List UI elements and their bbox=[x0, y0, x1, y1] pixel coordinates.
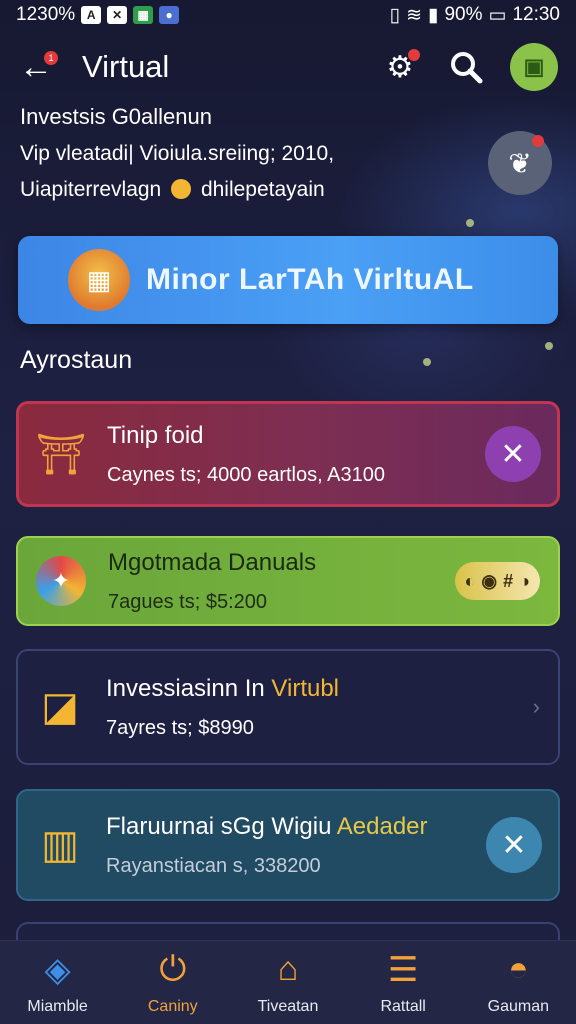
section-heading: Ayrostaun bbox=[20, 346, 133, 374]
settings-badge bbox=[408, 49, 420, 61]
top-bar: ← 1 Virtual ⚙ ▣ bbox=[0, 38, 576, 96]
card-subtitle: 7agues ts; $5:200 bbox=[108, 590, 268, 613]
info-panel: Investsis G0allenun Vip vleatadi| Vioiul… bbox=[20, 104, 480, 214]
signal-icon: ▮ bbox=[428, 4, 439, 26]
back-badge: 1 bbox=[44, 51, 58, 65]
card-title-b: Aedader bbox=[336, 812, 428, 840]
nav-label: Tiveatan bbox=[257, 997, 319, 1015]
close-icon: ✕ bbox=[501, 828, 527, 862]
decor-dot bbox=[545, 342, 553, 350]
battery-text: 90% bbox=[444, 4, 483, 25]
coin-icon: ◉ bbox=[481, 570, 498, 591]
chart-icon: ▦ bbox=[133, 6, 154, 24]
card-subtitle: 7ayres ts; $8990 bbox=[106, 716, 254, 739]
mining-rig-icon: ▦ bbox=[68, 249, 130, 311]
card-title: Flaruurnai sGg Wigiu Aedader bbox=[106, 813, 486, 841]
notification-a-icon: A bbox=[81, 6, 102, 24]
eco-button[interactable]: ❦ bbox=[488, 131, 552, 195]
info-line-2: Uiapiterrevlagn dhilepetayain bbox=[20, 178, 480, 202]
back-button[interactable]: ← 1 bbox=[18, 48, 58, 86]
card-title: Invessiasinn In Virtubl bbox=[106, 675, 533, 703]
clock: 12:30 bbox=[512, 4, 560, 25]
decor-dot bbox=[423, 358, 431, 366]
pill-text: # bbox=[503, 570, 514, 591]
nav-item-caniny[interactable]: ⏻ Caniny bbox=[118, 950, 228, 1016]
info-title: Investsis G0allenun bbox=[20, 104, 212, 129]
card-title-b: Virtubl bbox=[271, 674, 340, 702]
eco-badge bbox=[532, 135, 544, 147]
person-icon: ◓ bbox=[508, 950, 529, 988]
card-title-a: Invessiasinn In bbox=[106, 674, 272, 702]
info-line-2-a: Uiapiterrevlagn bbox=[20, 178, 162, 201]
nav-item-gauman[interactable]: ◓ Gauman bbox=[463, 950, 573, 1016]
globe-icon: ✦ bbox=[36, 556, 86, 606]
miner-banner[interactable]: ▦ Minor LarTAh VirltuAL bbox=[18, 236, 558, 324]
vibrate-icon: ▯ bbox=[389, 4, 401, 26]
coin-icon: ◐ bbox=[464, 570, 476, 591]
nav-label: Rattall bbox=[380, 997, 426, 1015]
settings-button[interactable]: ⚙ bbox=[378, 45, 422, 89]
dismiss-button[interactable]: ✕ bbox=[485, 426, 541, 482]
nav-label: Gauman bbox=[487, 997, 550, 1015]
stack-icon: ☰ bbox=[387, 950, 419, 989]
asset-card[interactable]: ▥ Flaruurnai sGg Wigiu Aedader Rayanstia… bbox=[16, 789, 560, 901]
search-icon bbox=[451, 52, 483, 84]
banner-label: Minor LarTAh VirltuAL bbox=[146, 263, 474, 296]
gate-icon: ⛩ bbox=[35, 432, 87, 477]
card-title-a: Flaruurnai sGg Wigiu bbox=[106, 812, 337, 840]
status-left-text: 1230% bbox=[16, 4, 76, 25]
asset-card[interactable]: ◪ Invessiasinn In Virtubl 7ayres ts; $89… bbox=[16, 649, 560, 765]
card-title: Tinip foid bbox=[107, 421, 204, 449]
nav-label: Caniny bbox=[147, 997, 198, 1015]
app-icon: ● bbox=[159, 6, 180, 24]
info-line-2-b: dhilepetayain bbox=[200, 178, 325, 201]
mail-x-icon: ✕ bbox=[107, 6, 128, 24]
ticket-icon: ◪ bbox=[41, 685, 79, 729]
leaf-icon: ❦ bbox=[508, 147, 532, 179]
nav-item-rattall[interactable]: ☰ Rattall bbox=[348, 950, 458, 1016]
card-title: Mgotmada Danuals bbox=[108, 548, 317, 576]
home-icon: ⌂ bbox=[277, 950, 299, 988]
box-icon: ◈ bbox=[44, 950, 71, 989]
nav-label: Miamble bbox=[27, 997, 88, 1015]
bottom-nav: ◈ Miamble ⏻ Caniny ⌂ Tiveatan ☰ Rattall … bbox=[0, 940, 576, 1024]
battery-icon: ▭ bbox=[488, 4, 507, 26]
close-icon: ✕ bbox=[500, 437, 526, 471]
info-line-1: Vip vleatadi| Vioiula.sreiing; 2010, bbox=[20, 142, 335, 165]
wifi-icon: ≋ bbox=[406, 4, 422, 26]
asset-card[interactable]: ⛩ Tinip foid Caynes ts; 4000 eartlos, A3… bbox=[16, 401, 560, 507]
decor-dot bbox=[466, 219, 474, 227]
coin-icon bbox=[171, 179, 192, 199]
power-icon: ⏻ bbox=[159, 950, 187, 988]
card-subtitle: Caynes ts; 4000 eartlos, A3100 bbox=[107, 463, 385, 486]
card-subtitle: Rayanstiacan s, 338200 bbox=[106, 854, 321, 877]
avatar[interactable]: ▣ bbox=[510, 43, 558, 91]
status-bar: 1230% A ✕ ▦ ● ▯ ≋ ▮ 90% ▭ 12:30 bbox=[0, 0, 576, 30]
page-title: Virtual bbox=[82, 49, 170, 84]
search-button[interactable] bbox=[444, 45, 488, 89]
nav-item-miamble[interactable]: ◈ Miamble bbox=[3, 950, 113, 1016]
profile-icon: ▣ bbox=[523, 54, 545, 79]
asset-card[interactable]: ✦ Mgotmada Danuals 7agues ts; $5:200 ◐ ◉… bbox=[16, 536, 560, 626]
coin-pill[interactable]: ◐ ◉ # ◑ bbox=[454, 562, 540, 600]
device-icon: ▥ bbox=[41, 823, 79, 867]
coin-icon: ◑ bbox=[519, 570, 530, 591]
chevron-right-icon[interactable]: › bbox=[533, 694, 540, 720]
dismiss-button[interactable]: ✕ bbox=[486, 817, 542, 873]
nav-item-tiveatan[interactable]: ⌂ Tiveatan bbox=[233, 950, 343, 1016]
